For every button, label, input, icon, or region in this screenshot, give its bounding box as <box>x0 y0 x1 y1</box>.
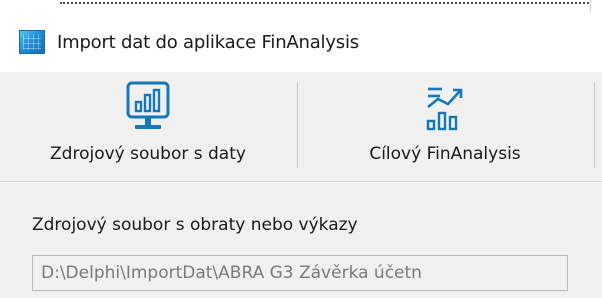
window-title: Import dat do aplikace FinAnalysis <box>57 31 359 53</box>
window-edge <box>590 0 602 12</box>
target-finanalysis-button[interactable]: Cílový FinAnalysis <box>300 72 590 182</box>
background-dotted-line <box>60 2 600 4</box>
source-file-label: Zdrojový soubor s obraty nebo výkazy <box>32 215 358 235</box>
app-window-icon <box>19 30 45 54</box>
trend-bars-icon <box>418 78 472 140</box>
toolbar: Zdrojový soubor s daty Cílový FinAnalysi… <box>0 72 602 182</box>
source-path-field[interactable]: D:\Delphi\ImportDat\ABRA G3 Závěrka účet… <box>32 255 568 291</box>
monitor-chart-icon <box>121 78 175 140</box>
source-file-button[interactable]: Zdrojový soubor s daty <box>0 72 296 182</box>
source-panel: Zdrojový soubor s obraty nebo výkazy D:\… <box>0 183 602 298</box>
top-edge-strip <box>0 0 602 12</box>
target-finanalysis-button-label: Cílový FinAnalysis <box>369 144 521 164</box>
source-file-button-label: Zdrojový soubor s daty <box>50 144 246 164</box>
toolbar-separator <box>297 82 298 168</box>
window-titlebar[interactable]: Import dat do aplikace FinAnalysis <box>0 12 602 72</box>
toolbar-separator-right <box>594 82 595 168</box>
